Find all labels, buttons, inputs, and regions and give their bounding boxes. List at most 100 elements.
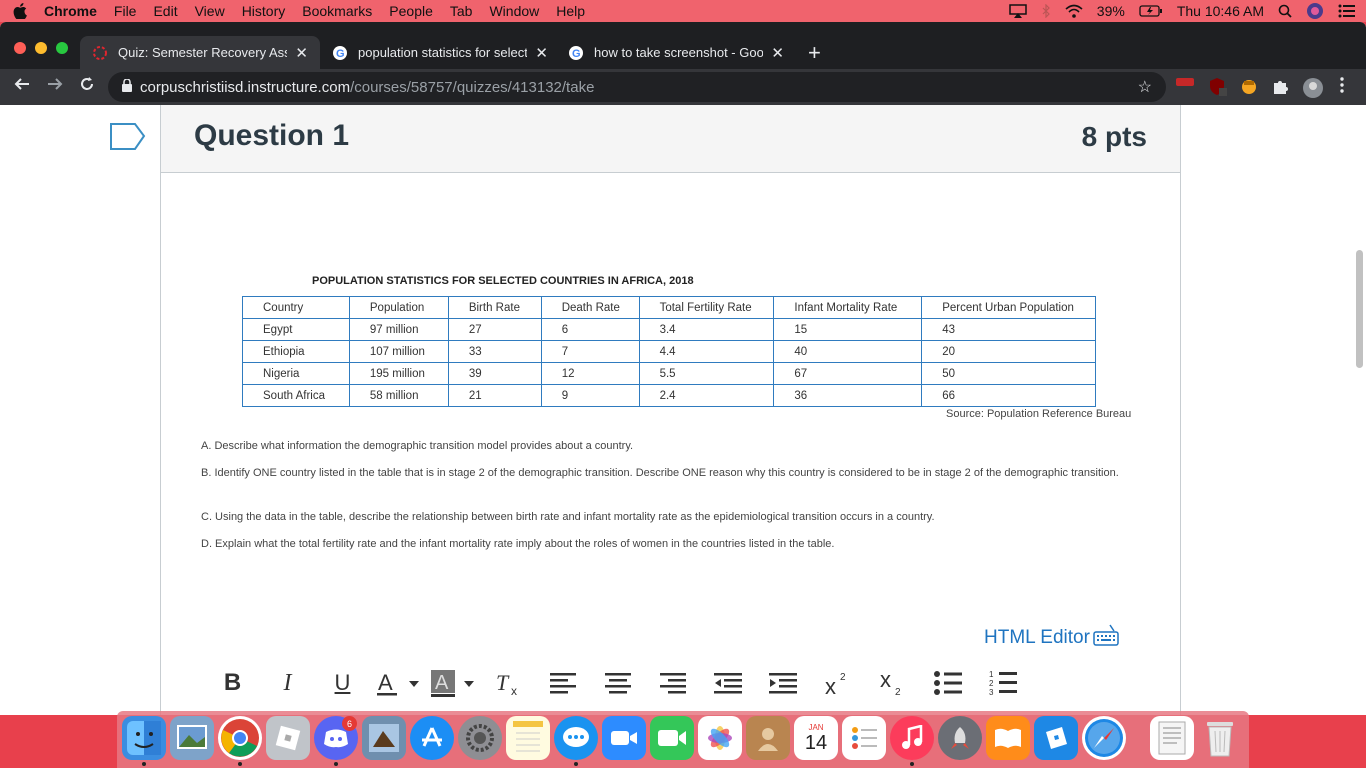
table-cell: 36 bbox=[773, 384, 923, 407]
page-scrollbar[interactable] bbox=[1356, 250, 1363, 368]
books-icon[interactable] bbox=[986, 716, 1030, 760]
safari-icon[interactable] bbox=[1082, 716, 1126, 760]
apple-icon[interactable] bbox=[10, 0, 30, 22]
question-flag-icon[interactable] bbox=[110, 123, 146, 156]
chrome-menu-icon[interactable] bbox=[1340, 77, 1344, 93]
bookmark-star-icon[interactable]: ☆ bbox=[1138, 77, 1152, 97]
bullet-list-icon[interactable] bbox=[920, 665, 975, 701]
finder-icon[interactable] bbox=[122, 716, 166, 760]
table-cell: 9 bbox=[540, 384, 640, 407]
documents-stack-icon[interactable] bbox=[1150, 716, 1194, 760]
svg-text:3: 3 bbox=[989, 688, 994, 697]
close-tab-icon[interactable]: ✕ bbox=[295, 44, 308, 62]
reload-icon[interactable] bbox=[79, 76, 95, 97]
bluetooth-icon[interactable] bbox=[1041, 4, 1051, 18]
launchpad-icon[interactable] bbox=[938, 716, 982, 760]
subscript-icon[interactable]: x2 bbox=[865, 665, 920, 701]
url-host: corpuschristiisd.instructure.com bbox=[140, 78, 351, 96]
maximize-window-button[interactable] bbox=[56, 42, 68, 54]
calendar-icon[interactable]: JAN 14 bbox=[794, 716, 838, 760]
extensions-puzzle-icon[interactable] bbox=[1271, 77, 1289, 95]
ublock-icon[interactable] bbox=[1208, 77, 1228, 97]
airplay-icon[interactable] bbox=[1009, 4, 1027, 18]
background-color-icon[interactable]: A bbox=[425, 665, 480, 701]
tab-quiz[interactable]: Quiz: Semester Recovery Assig ✕ bbox=[80, 36, 320, 69]
running-indicator bbox=[910, 762, 914, 766]
battery-charging-icon[interactable] bbox=[1139, 5, 1163, 17]
notes-icon[interactable] bbox=[506, 716, 550, 760]
prompt-c: C. Using the data in the table, describe… bbox=[201, 511, 935, 523]
google-favicon-icon: G bbox=[569, 45, 583, 60]
clear-formatting-icon[interactable]: Tx bbox=[480, 665, 535, 701]
align-center-icon[interactable] bbox=[590, 665, 645, 701]
back-arrow-icon[interactable] bbox=[14, 76, 30, 97]
menu-help[interactable]: Help bbox=[556, 3, 585, 19]
canvas-favicon-icon bbox=[93, 45, 107, 60]
profile-avatar-icon[interactable] bbox=[1302, 77, 1324, 99]
superscript-icon[interactable]: x2 bbox=[810, 665, 865, 701]
menu-tab[interactable]: Tab bbox=[450, 3, 473, 19]
contacts-icon[interactable] bbox=[746, 716, 790, 760]
forward-arrow-icon[interactable] bbox=[47, 76, 63, 97]
spotlight-search-icon[interactable] bbox=[1278, 4, 1292, 18]
table-cell: 4.4 bbox=[638, 340, 775, 363]
numbered-list-icon[interactable]: 123 bbox=[975, 665, 1030, 701]
menu-history[interactable]: History bbox=[242, 3, 286, 19]
menu-edit[interactable]: Edit bbox=[153, 3, 177, 19]
extension-red-icon[interactable] bbox=[1176, 77, 1194, 87]
indent-icon[interactable] bbox=[755, 665, 810, 701]
menu-file[interactable]: File bbox=[114, 3, 137, 19]
system-preferences-icon[interactable] bbox=[458, 716, 502, 760]
preview-icon[interactable] bbox=[170, 716, 214, 760]
italic-icon[interactable]: I bbox=[260, 665, 315, 701]
text-color-icon[interactable]: A bbox=[370, 665, 425, 701]
reminders-icon[interactable] bbox=[842, 716, 886, 760]
extension-hat-icon[interactable] bbox=[1240, 77, 1258, 95]
image-capture-icon[interactable] bbox=[362, 716, 406, 760]
tab-population-search[interactable]: G population statistics for selecte ✕ bbox=[320, 36, 560, 69]
facetime-icon[interactable] bbox=[650, 716, 694, 760]
user-avatar-icon[interactable] bbox=[1306, 2, 1324, 20]
close-window-button[interactable] bbox=[14, 42, 26, 54]
lock-icon[interactable] bbox=[122, 77, 132, 96]
tab-strip: Quiz: Semester Recovery Assig ✕ G popula… bbox=[0, 22, 1366, 69]
roblox-studio-icon[interactable] bbox=[1034, 716, 1078, 760]
menu-window[interactable]: Window bbox=[489, 3, 539, 19]
menu-view[interactable]: View bbox=[195, 3, 225, 19]
menu-bookmarks[interactable]: Bookmarks bbox=[302, 3, 372, 19]
tab-screenshot-search[interactable]: G how to take screenshot - Goog ✕ bbox=[556, 36, 796, 69]
table-cell: 2.4 bbox=[638, 384, 775, 407]
html-editor-toggle[interactable]: HTML Editor bbox=[984, 623, 1120, 653]
minimize-window-button[interactable] bbox=[35, 42, 47, 54]
zoom-icon[interactable] bbox=[602, 716, 646, 760]
app-store-icon[interactable] bbox=[410, 716, 454, 760]
roblox-icon[interactable] bbox=[266, 716, 310, 760]
photos-icon[interactable] bbox=[698, 716, 742, 760]
underline-icon[interactable]: U bbox=[315, 665, 370, 701]
new-tab-icon[interactable]: + bbox=[808, 40, 821, 66]
browser-window: Quiz: Semester Recovery Assig ✕ G popula… bbox=[0, 22, 1366, 715]
running-indicator bbox=[334, 762, 338, 766]
outdent-icon[interactable] bbox=[700, 665, 755, 701]
wifi-icon[interactable] bbox=[1065, 4, 1083, 18]
discord-badge: 6 bbox=[342, 716, 357, 731]
align-left-icon[interactable] bbox=[535, 665, 590, 701]
notification-center-icon[interactable] bbox=[1338, 4, 1356, 18]
running-indicator bbox=[574, 762, 578, 766]
table-header: Percent Urban Population bbox=[921, 296, 1096, 319]
close-tab-icon[interactable]: ✕ bbox=[771, 44, 784, 62]
table-cell: 7 bbox=[540, 340, 640, 363]
bold-icon[interactable]: B bbox=[205, 665, 260, 701]
trash-icon[interactable] bbox=[1198, 716, 1242, 760]
music-icon[interactable] bbox=[890, 716, 934, 760]
chrome-icon[interactable] bbox=[218, 716, 262, 760]
svg-text:A: A bbox=[378, 670, 393, 695]
address-bar[interactable]: corpuschristiisd.instructure.com /course… bbox=[108, 72, 1166, 102]
align-right-icon[interactable] bbox=[645, 665, 700, 701]
menu-people[interactable]: People bbox=[389, 3, 433, 19]
messages-chat-icon[interactable] bbox=[554, 716, 598, 760]
close-tab-icon[interactable]: ✕ bbox=[535, 44, 548, 62]
menu-app-name[interactable]: Chrome bbox=[44, 3, 97, 19]
table-header: Birth Rate bbox=[447, 296, 542, 319]
menubar-clock[interactable]: Thu 10:46 AM bbox=[1177, 3, 1264, 19]
